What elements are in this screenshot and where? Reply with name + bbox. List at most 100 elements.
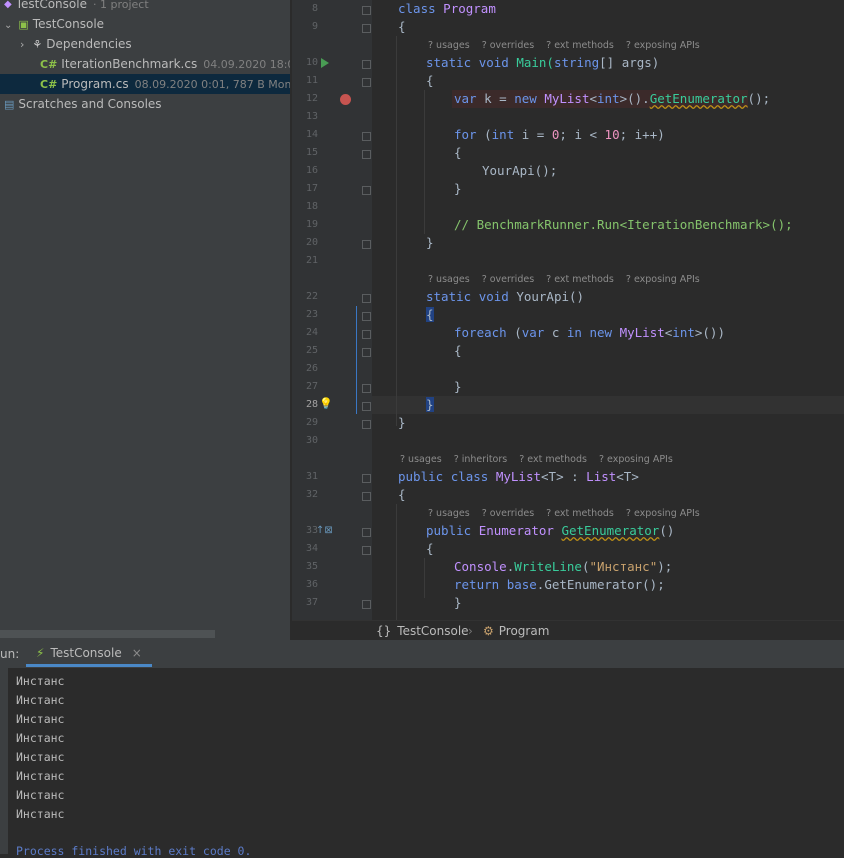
fold-marker-icon[interactable] [362,420,371,429]
close-icon[interactable]: × [132,646,142,660]
code-token: new [589,325,613,340]
breadcrumb-label: TestConsole [397,624,469,638]
console-line: Инстанс [16,712,65,726]
code-token: static [426,55,472,70]
overrides-hint[interactable]: ? overrides [482,274,534,285]
fold-marker-icon[interactable] [362,294,371,303]
tree-item-label: Program.cs [61,77,129,91]
code-token: var [454,91,477,106]
code-vision-hints[interactable]: ? usages ? overrides ? ext methods ? exposi… [428,40,712,51]
line-number: 11 [305,75,318,86]
inheritors-hint[interactable]: ? inheritors [454,454,508,465]
code-line: { [454,145,462,160]
fold-marker-icon[interactable] [362,240,371,249]
console-output[interactable]: Инстанс Инстанс Инстанс Инстанс Инстанс … [0,668,844,858]
code-token: ; i < [559,127,605,142]
fold-marker-icon[interactable] [362,24,371,33]
tree-item-label: IterationBenchmark.cs [61,57,198,71]
code-line: foreach (var c in new MyList<int>()) [454,325,725,340]
fold-marker-icon[interactable] [362,330,371,339]
run-label: un: [0,647,20,661]
code-line: static void YourApi() [426,289,584,304]
usages-hint[interactable]: ? usages [400,454,442,465]
fold-marker-icon[interactable] [362,546,371,555]
line-number: 23 [305,309,318,320]
code-token: WriteLine [514,559,582,574]
exposing-apis-hint[interactable]: ? exposing APIs [626,40,700,51]
line-number: 14 [305,129,318,140]
class-icon: ⚙ [483,624,494,638]
tab-testconsole[interactable]: ⚡ TestConsole × [26,640,152,667]
current-line-highlight [292,396,844,414]
tree-item-file[interactable]: C#IterationBenchmark.cs 04.09.2020 18:04,… [40,54,290,74]
code-token: () [659,523,675,538]
lightbulb-icon[interactable]: 💡 [319,397,333,410]
chevron-right-icon[interactable]: › [20,38,24,51]
breakpoint-icon[interactable] [340,94,351,105]
fold-marker-icon[interactable] [362,384,371,393]
code-token: public [426,523,472,538]
exposing-apis-hint[interactable]: ? exposing APIs [626,274,700,285]
indent-guide [396,36,397,426]
code-token: 10 [604,127,620,142]
overrides-hint[interactable]: ? overrides [482,40,534,51]
code-token: GetEnumerator [561,523,660,538]
line-number: 34 [305,543,318,554]
fold-marker-icon[interactable] [362,186,371,195]
tree-item-dependencies[interactable]: › ⚘ Dependencies [20,34,132,54]
fold-marker-icon[interactable] [362,474,371,483]
fold-marker-icon[interactable] [362,132,371,141]
fold-marker-icon[interactable] [362,78,371,87]
code-vision-hints[interactable]: ? usages ? overrides ? ext methods ? exposi… [428,274,712,285]
run-icon[interactable] [321,58,329,68]
breadcrumb-namespace[interactable]: {} TestConsole [376,621,469,641]
tree-item-scratches[interactable]: ▤ Scratches and Consoles [4,94,162,114]
project-icon: ▣ [18,17,29,31]
line-number: 26 [305,363,318,374]
line-number: 21 [305,255,318,266]
tree-item-solution[interactable]: ◆ TestConsole · 1 project [4,0,149,14]
code-vision-hints[interactable]: ? usages ? overrides ? ext methods ? exposi… [428,508,712,519]
code-line: public Enumerator GetEnumerator() [426,523,674,538]
fold-marker-icon[interactable] [362,60,371,69]
line-number: 28 [305,399,318,410]
code-line: { [454,343,462,358]
ext-methods-hint[interactable]: ? ext methods [546,40,614,51]
fold-marker-icon[interactable] [362,150,371,159]
code-token: class [450,469,489,484]
line-number: 15 [305,147,318,158]
horizontal-scrollbar[interactable] [0,630,215,638]
overrides-hint[interactable]: ? overrides [482,508,534,519]
line-number: 32 [305,489,318,500]
usages-hint[interactable]: ? usages [428,508,470,519]
code-vision-hints[interactable]: ? usages ? inheritors ? ext methods ? expos… [400,454,685,465]
fold-marker-icon[interactable] [362,528,371,537]
fold-marker-icon[interactable] [362,600,371,609]
override-icon[interactable]: ↑⊠ [316,525,333,536]
ext-methods-hint[interactable]: ? ext methods [546,274,614,285]
csharp-file-icon: C# [40,58,58,71]
fold-marker-icon[interactable] [362,402,371,411]
tree-item-project[interactable]: ⌄ ▣ TestConsole [4,14,104,34]
code-token: YourApi() [516,289,585,304]
breadcrumb-class[interactable]: ⚙ Program [483,621,549,641]
code-line: Console.WriteLine("Инстанс"); [454,559,672,574]
tree-item-file-selected[interactable]: C#Program.cs 08.09.2020 0:01, 787 B Momen… [0,74,290,94]
chevron-right-icon: › [468,624,473,638]
exposing-apis-hint[interactable]: ? exposing APIs [599,454,673,465]
usages-hint[interactable]: ? usages [428,40,470,51]
ext-methods-hint[interactable]: ? ext methods [519,454,587,465]
fold-marker-icon[interactable] [362,492,371,501]
usages-hint[interactable]: ? usages [428,274,470,285]
code-line: } [398,415,406,430]
code-line: } [426,235,434,250]
ext-methods-hint[interactable]: ? ext methods [546,508,614,519]
fold-marker-icon[interactable] [362,312,371,321]
chevron-down-icon[interactable]: ⌄ [4,20,12,31]
fold-marker-icon[interactable] [362,348,371,357]
fold-marker-icon[interactable] [362,6,371,15]
exposing-apis-hint[interactable]: ? exposing APIs [626,508,700,519]
code-token: >(). [619,91,650,106]
code-editor[interactable]: 8 9 10 11 12 13 14 15 16 17 18 19 20 21 … [292,0,844,620]
run-side-toolbar[interactable] [0,668,8,854]
